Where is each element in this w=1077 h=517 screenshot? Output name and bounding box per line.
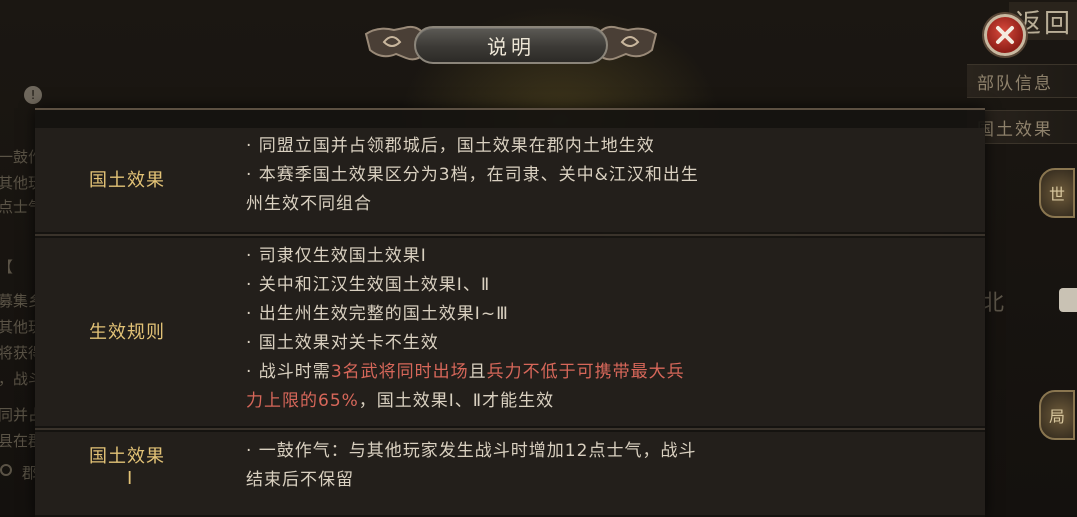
text-span: · 关中和江汉生效国土效果Ⅰ、Ⅱ	[246, 275, 491, 295]
section-text: · 一鼓作气：与其他玩家发生战斗时增加12点士气，战斗 结束后不保留	[246, 437, 696, 495]
dialog-title: 说明	[414, 26, 608, 64]
text-line: · 国土效果对关卡不生效	[246, 329, 685, 358]
text-line: · 出生州生效完整的国土效果Ⅰ~Ⅲ	[246, 300, 685, 329]
close-button[interactable]	[984, 14, 1026, 56]
radio-icon	[0, 464, 12, 476]
text-span: · 出生州生效完整的国土效果Ⅰ~Ⅲ	[246, 304, 509, 324]
text-line: · 司隶仅生效国土效果Ⅰ	[246, 242, 685, 271]
text-span: 州生效不同组合	[246, 194, 372, 214]
close-icon	[996, 26, 1014, 44]
text-span: · 同盟立国并占领郡城后，国土效果在郡内土地生效	[246, 136, 655, 156]
side-button-world[interactable]: 世	[1039, 168, 1075, 218]
section-label-level: Ⅰ	[127, 468, 134, 489]
compass-north-label: 北	[982, 291, 1005, 316]
text-line: · 关中和江汉生效国土效果Ⅰ、Ⅱ	[246, 271, 685, 300]
text-span: · 战斗时需	[246, 362, 331, 382]
text-line: · 战斗时需3名武将同时出场且兵力不低于可携带最大兵	[246, 358, 685, 387]
text-line: 力上限的65%，国土效果Ⅰ、Ⅱ才能生效	[246, 387, 685, 416]
section-label: 生效规则	[89, 322, 165, 343]
side-button-situation[interactable]: 局	[1039, 390, 1075, 440]
text-line: · 本赛季国土效果区分为3档，在司隶、关中&江汉和出生	[246, 161, 699, 190]
highlight-text: 兵力不低于可携带最大兵	[486, 362, 685, 382]
bg-text: 【	[0, 256, 13, 277]
divider	[35, 428, 985, 430]
text-span: · 本赛季国土效果区分为3档，在司隶、关中&江汉和出生	[246, 165, 699, 185]
text-span: 且	[468, 362, 487, 382]
divider	[35, 234, 985, 236]
text-line: · 同盟立国并占领郡城后，国土效果在郡内土地生效	[246, 132, 699, 161]
text-line: · 一鼓作气：与其他玩家发生战斗时增加12点士气，战斗	[246, 437, 696, 466]
highlight-text: 3名武将同时出场	[330, 362, 469, 382]
section-label: 国土效果	[89, 170, 165, 191]
text-line: 州生效不同组合	[246, 190, 699, 219]
text-span: · 国土效果对关卡不生效	[246, 333, 439, 353]
text-span: ，国土效果Ⅰ、Ⅱ才能生效	[358, 391, 555, 411]
tab-troop-info[interactable]: 部队信息	[967, 64, 1077, 98]
section-text: · 同盟立国并占领郡城后，国土效果在郡内土地生效 · 本赛季国土效果区分为3档，…	[246, 132, 699, 219]
section-label: 国土效果	[89, 446, 165, 467]
info-icon: !	[24, 86, 42, 104]
section-text: · 司隶仅生效国土效果Ⅰ · 关中和江汉生效国土效果Ⅰ、Ⅱ · 出生州生效完整的…	[246, 242, 685, 416]
text-span: 结束后不保留	[246, 470, 354, 490]
text-span: · 司隶仅生效国土效果Ⅰ	[246, 246, 427, 266]
map-zoom-handle[interactable]	[1059, 288, 1077, 312]
highlight-text: 力上限的65%	[246, 391, 359, 411]
text-line: 结束后不保留	[246, 466, 696, 495]
text-span: · 一鼓作气：与其他玩家发生战斗时增加12点士气，战斗	[246, 441, 697, 461]
